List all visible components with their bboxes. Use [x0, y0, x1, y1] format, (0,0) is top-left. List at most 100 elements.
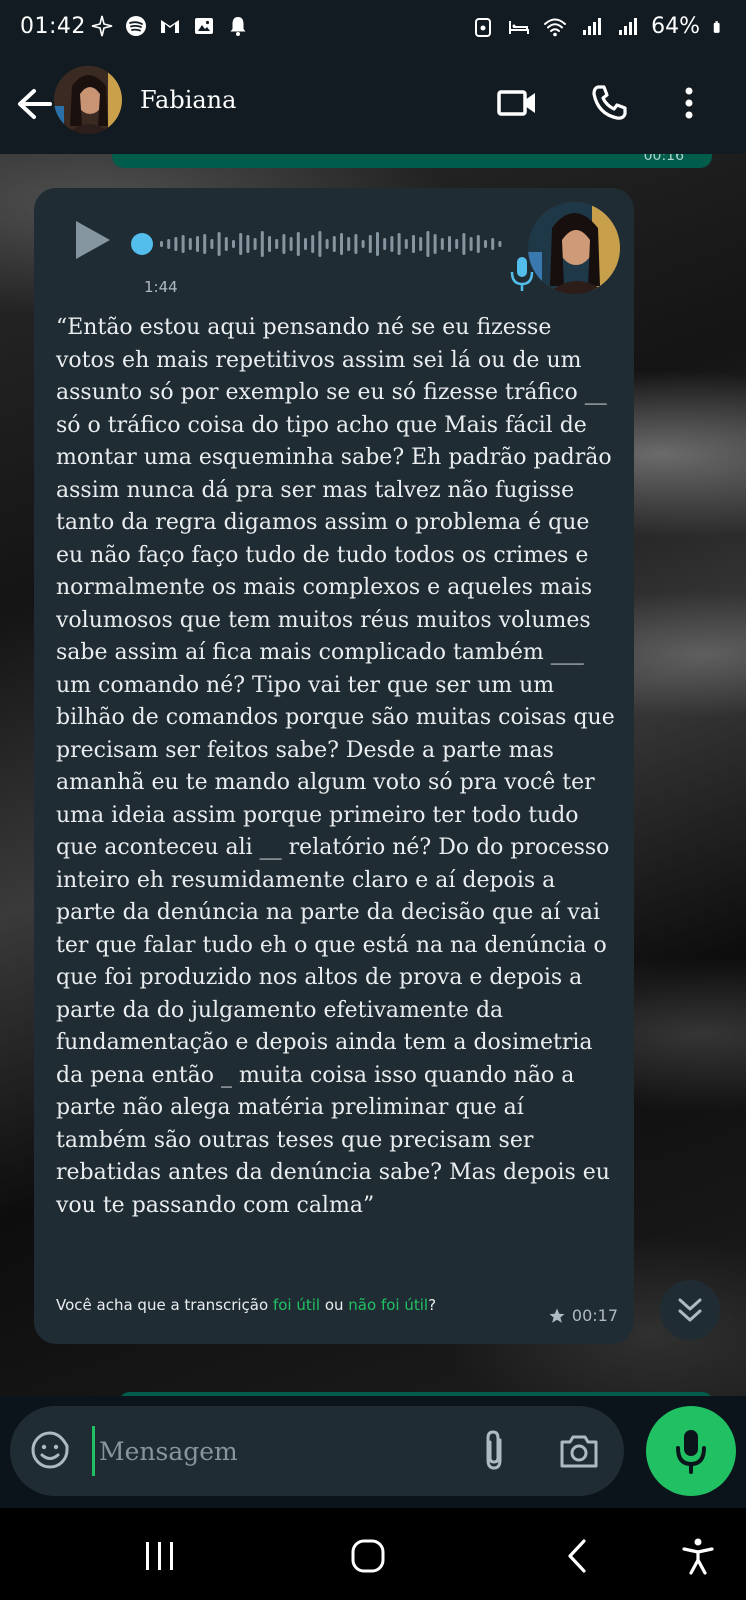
wifi-icon [544, 18, 567, 36]
waveform-bar [196, 236, 199, 252]
waveform-bar [239, 233, 243, 255]
status-right-icons: 64% [471, 14, 726, 39]
lock-icon [475, 17, 492, 37]
chat-area[interactable]: 00:16 1:44 “Então estou aqui pensando né… [0, 154, 746, 1406]
bed-icon [509, 20, 530, 34]
waveform-bar [397, 233, 401, 255]
back-arrow-icon[interactable] [14, 82, 54, 126]
waveform-bar [498, 241, 502, 247]
spotify-icon [126, 16, 146, 36]
waveform-bar [404, 239, 408, 249]
audio-waveform[interactable] [130, 224, 520, 264]
chat-header: Fabiana [0, 56, 746, 154]
waveform-bar [260, 231, 264, 257]
waveform-bar [311, 235, 315, 253]
waveform-bar [469, 237, 473, 251]
waveform-bar [275, 239, 279, 249]
waveform-bar [160, 241, 163, 247]
waveform-bar [354, 234, 358, 254]
feedback-prefix: Você acha que a transcrição [56, 1296, 273, 1314]
waveform-bar [340, 233, 343, 255]
more-options-icon[interactable] [666, 80, 712, 126]
waveform-bar [210, 239, 214, 249]
feedback-not-useful-link[interactable]: não foi útil [348, 1296, 428, 1314]
gallery-icon [195, 18, 213, 34]
camera-icon[interactable] [558, 1432, 600, 1470]
home-icon[interactable] [346, 1536, 390, 1576]
sticker-emoji-icon[interactable] [30, 1430, 70, 1470]
contact-name[interactable]: Fabiana [140, 86, 236, 114]
waveform-bar [232, 240, 235, 248]
waveform-bar [361, 240, 365, 248]
video-call-icon[interactable] [494, 80, 540, 126]
waveform-bar [455, 239, 459, 249]
message-meta: 00:17 [548, 1306, 618, 1325]
previous-message-bubble[interactable]: 00:16 [112, 154, 712, 168]
waveform-bar [383, 238, 387, 250]
waveform-bar [282, 234, 286, 254]
playback-position-dot [131, 233, 153, 255]
message-composer [10, 1406, 624, 1496]
scroll-to-bottom-button[interactable] [660, 1280, 720, 1340]
waveform-bar [426, 231, 430, 257]
waveform-bar [217, 232, 221, 256]
battery-icon [713, 20, 720, 33]
waveform-bar [304, 238, 307, 250]
waveform-bar [484, 240, 487, 248]
feedback-or: ou [320, 1296, 349, 1314]
gmail-icon [161, 20, 179, 33]
paperclip-icon[interactable] [474, 1428, 514, 1472]
waveform-bar [325, 239, 329, 249]
waveform-bar [188, 238, 192, 250]
pinwheel-icon [91, 15, 113, 37]
transcription-text: “Então estou aqui pensando né se eu fize… [56, 315, 615, 1218]
contact-avatar[interactable] [54, 66, 122, 134]
waveform-bar [368, 235, 372, 253]
waveform-bar [253, 238, 257, 250]
waveform-bar [462, 233, 466, 255]
waveform-bar [440, 238, 444, 250]
waveform-bar [203, 234, 207, 254]
waveform-bar [347, 237, 351, 251]
message-input[interactable] [92, 1426, 461, 1476]
waveform-bar [174, 237, 178, 251]
waveform-bar [491, 238, 495, 250]
waveform-bar [224, 237, 228, 251]
microphone-icon [676, 1430, 706, 1474]
recent-apps-icon[interactable] [138, 1536, 182, 1576]
waveform-bar [390, 236, 394, 252]
status-bar: 01:42 64% [0, 0, 746, 56]
waveform-bar [476, 235, 480, 253]
waveform-bar [246, 235, 250, 253]
status-time: 01:42 [20, 14, 86, 39]
waveform-bar [289, 237, 293, 251]
voice-message-bubble[interactable]: 1:44 “Então estou aqui pensando né se eu… [34, 188, 634, 1344]
voice-duration: 1:44 [144, 278, 178, 296]
nav-back-icon[interactable] [556, 1536, 600, 1576]
transcription-feedback: Você acha que a transcrição foi útil ou … [56, 1296, 436, 1314]
waveform-bar [268, 236, 271, 252]
status-left-icons [90, 14, 250, 38]
voice-record-button[interactable] [646, 1406, 736, 1496]
message-time: 00:17 [571, 1306, 618, 1325]
waveform-bar [448, 236, 451, 252]
feedback-useful-link[interactable]: foi útil [273, 1296, 320, 1314]
signal-icon [619, 17, 638, 35]
accessibility-icon[interactable] [676, 1536, 720, 1576]
star-icon [549, 1308, 565, 1323]
waveform-bar [433, 234, 437, 254]
previous-message-time: 00:16 [643, 154, 684, 164]
sender-avatar [528, 202, 620, 294]
waveform-bar [318, 231, 322, 257]
feedback-suffix: ? [428, 1296, 437, 1314]
play-icon[interactable] [72, 218, 112, 262]
double-chevron-down-icon [678, 1298, 702, 1322]
waveform-bar [412, 235, 415, 253]
waveform-bar [181, 235, 185, 253]
mic-badge-icon [510, 257, 534, 291]
voice-call-icon[interactable] [586, 80, 632, 126]
battery-percent: 64% [651, 14, 700, 39]
waveform-bar [376, 232, 379, 256]
waveform-bar [419, 237, 423, 251]
signal-icon [583, 17, 602, 35]
